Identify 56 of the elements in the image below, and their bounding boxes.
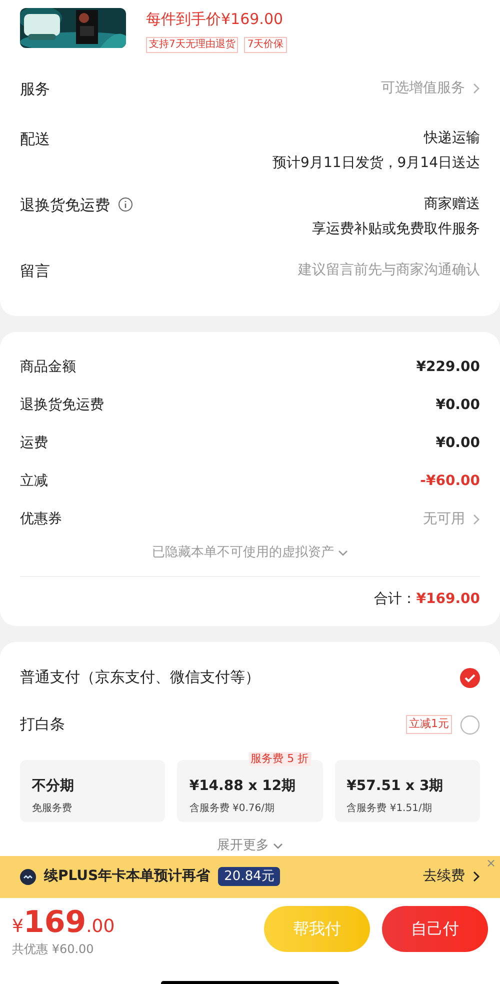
radio-icon[interactable] xyxy=(460,668,480,688)
row-value: 预计9月11日发货，9月14日送达 xyxy=(272,154,480,173)
row-value: 享运费补贴或免费取件服务 xyxy=(312,220,480,239)
row-label: 留言 xyxy=(20,261,50,282)
payment-option[interactable]: 打白条 xyxy=(20,713,65,736)
installment-title: ¥57.51 x 3期 xyxy=(346,777,444,796)
row-label: 退换货免运费 xyxy=(20,195,110,216)
amount-value: ¥229.00 xyxy=(416,358,480,376)
expand-more-link[interactable]: 展开更多 xyxy=(217,836,269,856)
installment-option[interactable]: ¥57.51 x 3期 含服务费 ¥1.51/期 xyxy=(334,760,480,822)
chevron-right-icon xyxy=(473,83,480,94)
amount-label: 运费 xyxy=(20,434,48,452)
info-icon xyxy=(118,197,133,212)
promo-label: 服务费 5 折 xyxy=(248,752,311,766)
installment-title: ¥14.88 x 12期 xyxy=(189,777,297,796)
row-label: 配送 xyxy=(20,129,50,150)
amount-label: 立减 xyxy=(20,472,48,490)
amount-value: ¥0.00 xyxy=(436,396,480,414)
total-label: 合计： xyxy=(374,590,416,609)
row-value: 商家赠送 xyxy=(424,195,480,214)
installment-note: 免服务费 xyxy=(32,802,73,816)
installment-note: 含服务费 ¥1.51/期 xyxy=(346,802,433,816)
service-tag: 支持7天无理由退货 xyxy=(146,36,238,52)
installment-note: 含服务费 ¥0.76/期 xyxy=(189,802,276,816)
unit-price: 每件到手价¥169.00 xyxy=(146,9,284,30)
total-price: 169 xyxy=(23,906,86,940)
amount-value: -¥60.00 xyxy=(420,472,480,490)
amount-label: 商品金额 xyxy=(20,358,76,376)
plus-promo-text: 续PLUS年卡本单预计再省 xyxy=(44,867,210,886)
pay-button[interactable]: 自己付 xyxy=(382,906,488,952)
row-value: 可选增值服务 xyxy=(381,79,465,98)
currency-symbol: ¥ xyxy=(12,914,24,938)
radio-icon[interactable] xyxy=(460,714,480,734)
plus-logo-icon xyxy=(20,868,36,884)
amount-label: 退换货免运费 xyxy=(20,396,104,414)
installment-title: 不分期 xyxy=(32,777,75,796)
total-value: ¥169.00 xyxy=(416,590,480,609)
renew-link[interactable]: 去续费 xyxy=(423,866,465,887)
chevron-down-icon xyxy=(273,842,283,849)
plus-banner[interactable]: 续PLUS年卡本单预计再省 20.84元 去续费 × xyxy=(0,856,500,898)
saving-amount: 20.84元 xyxy=(218,866,280,886)
row-label: 服务 xyxy=(20,79,50,100)
amount-value: ¥0.00 xyxy=(436,434,480,452)
amount-value: 无可用 xyxy=(423,510,465,528)
row-value: 快递运输 xyxy=(424,129,480,148)
discount-tag: 立减1元 xyxy=(406,715,452,734)
chevron-right-icon xyxy=(473,871,480,882)
chevron-right-icon xyxy=(473,514,480,524)
row-value: 建议留言前先与商家沟通确认 xyxy=(298,261,480,280)
total-saving: 共优惠 ¥60.00 xyxy=(12,940,95,958)
service-tag: 7天价保 xyxy=(244,36,287,52)
payment-option[interactable]: 普通支付（京东支付、微信支付等） xyxy=(20,666,260,689)
chevron-down-icon xyxy=(338,550,348,556)
price-decimals: .00 xyxy=(86,914,115,938)
amount-label: 优惠券 xyxy=(20,510,62,528)
installment-option[interactable]: 不分期 免服务费 xyxy=(20,760,166,822)
